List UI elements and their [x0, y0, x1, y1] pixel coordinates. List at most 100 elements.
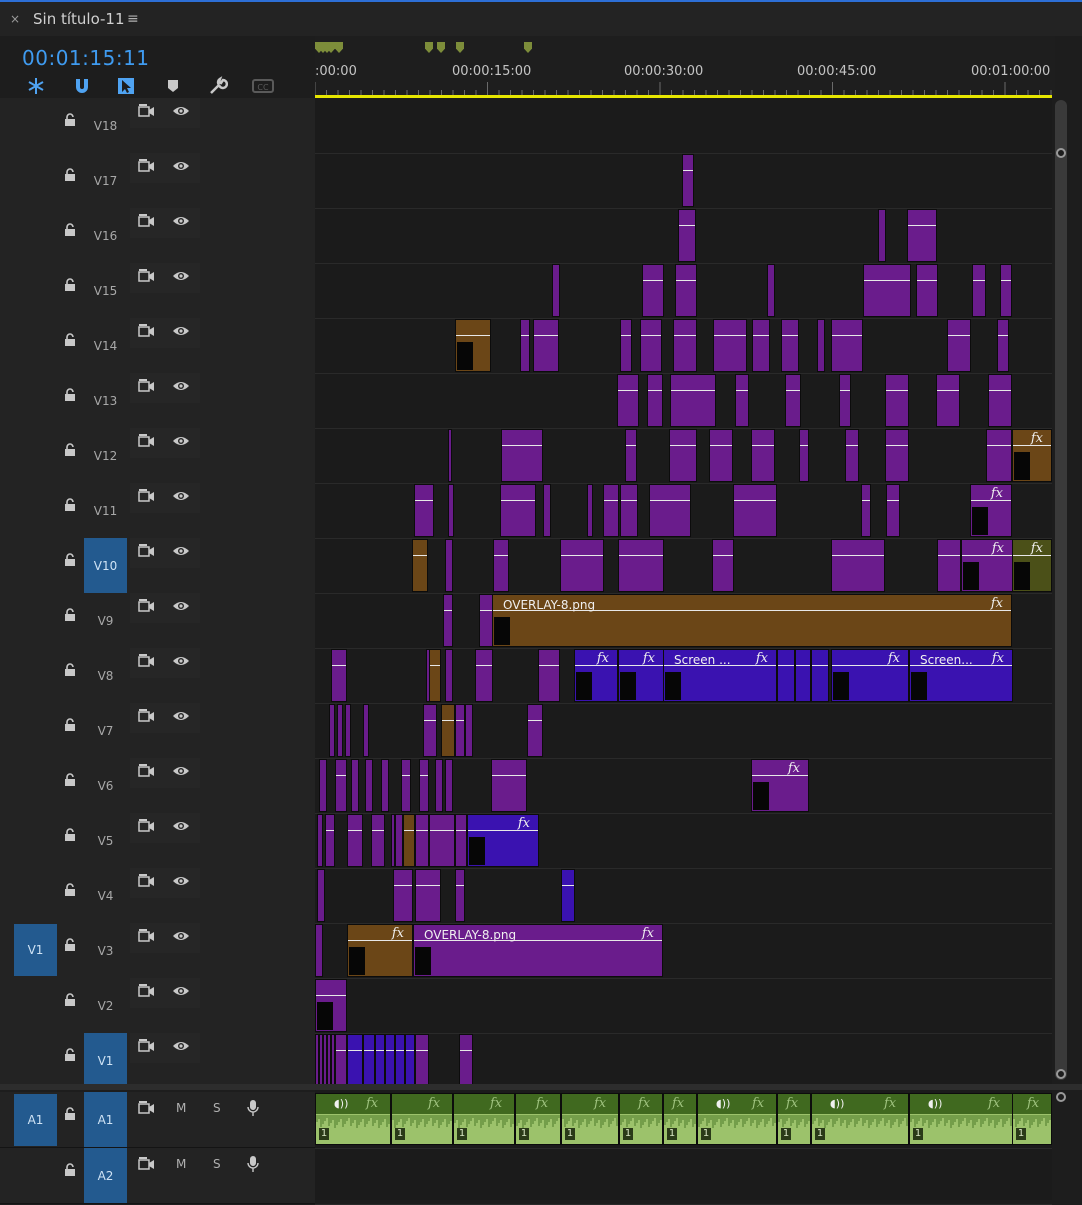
video-clip[interactable] — [795, 649, 811, 702]
wrench-icon[interactable] — [207, 76, 229, 96]
eye-icon[interactable] — [172, 930, 190, 942]
video-clip[interactable] — [863, 264, 911, 317]
video-clip[interactable] — [443, 594, 453, 647]
video-clip[interactable] — [455, 319, 491, 372]
lock-icon[interactable] — [64, 333, 76, 347]
eye-icon[interactable] — [172, 710, 190, 722]
sync-lock-icon[interactable] — [138, 324, 156, 338]
audio-scroll-handle[interactable] — [1056, 1092, 1066, 1102]
video-clip[interactable] — [777, 649, 795, 702]
video-clip[interactable] — [448, 484, 454, 537]
video-clip[interactable] — [735, 374, 749, 427]
lock-icon[interactable] — [64, 828, 76, 842]
video-clip[interactable] — [647, 374, 663, 427]
mute-button[interactable]: M — [176, 1157, 186, 1171]
sync-lock-icon[interactable] — [138, 599, 156, 613]
track-name-v18[interactable]: V18 — [84, 98, 127, 153]
video-clip[interactable] — [317, 869, 325, 922]
video-clip[interactable] — [670, 374, 716, 427]
panel-menu-icon[interactable]: ≡ — [127, 11, 139, 27]
lock-icon[interactable] — [64, 168, 76, 182]
track-name-a1[interactable]: A1 — [84, 1092, 127, 1147]
eye-icon[interactable] — [172, 380, 190, 392]
video-clip[interactable] — [620, 319, 632, 372]
video-clip[interactable]: OVERLAY-8.png fx — [492, 594, 1012, 647]
eye-icon[interactable] — [172, 325, 190, 337]
video-clip[interactable] — [414, 484, 434, 537]
eye-icon[interactable] — [172, 985, 190, 997]
video-clip[interactable] — [415, 814, 429, 867]
sync-lock-icon[interactable] — [138, 1157, 156, 1171]
video-clip[interactable] — [415, 1034, 429, 1087]
video-clip[interactable] — [455, 814, 467, 867]
video-clip[interactable]: Screen... fx — [909, 649, 1013, 702]
video-clip[interactable] — [560, 539, 604, 592]
video-clip[interactable] — [781, 319, 799, 372]
video-clip[interactable] — [543, 484, 551, 537]
video-clip[interactable] — [713, 319, 747, 372]
sync-lock-icon[interactable] — [138, 764, 156, 778]
video-clip[interactable]: Screen ... fx — [663, 649, 777, 702]
video-clip[interactable] — [445, 649, 453, 702]
video-clip[interactable] — [337, 704, 343, 757]
video-lane[interactable] — [315, 978, 1052, 1034]
track-name-v17[interactable]: V17 — [84, 153, 127, 208]
video-clip[interactable] — [861, 484, 871, 537]
video-clip[interactable] — [669, 429, 697, 482]
video-clip[interactable] — [329, 704, 335, 757]
video-clip[interactable] — [371, 814, 385, 867]
audio-clip[interactable]: ◖)) fx 1 — [909, 1093, 1013, 1145]
solo-button[interactable]: S — [213, 1157, 221, 1171]
source-patch-audio[interactable]: A1 — [14, 1094, 57, 1146]
video-clip[interactable] — [403, 814, 415, 867]
video-clip[interactable] — [785, 374, 801, 427]
video-clip[interactable] — [331, 649, 347, 702]
sync-lock-icon[interactable] — [138, 269, 156, 283]
video-clip[interactable] — [811, 649, 829, 702]
video-clip[interactable] — [538, 649, 560, 702]
video-clip[interactable] — [429, 649, 441, 702]
eye-icon[interactable] — [172, 215, 190, 227]
linked-selection-icon[interactable] — [115, 76, 137, 96]
microphone-icon[interactable] — [247, 1099, 259, 1117]
audio-clip[interactable]: fx 1 — [777, 1093, 811, 1145]
audio-clip[interactable]: fx 1 — [515, 1093, 561, 1145]
sync-lock-icon[interactable] — [138, 1039, 156, 1053]
video-clip[interactable] — [335, 1034, 347, 1087]
lock-icon[interactable] — [64, 278, 76, 292]
eye-icon[interactable] — [172, 875, 190, 887]
scroll-handle-top[interactable] — [1056, 148, 1066, 158]
video-clip[interactable] — [986, 429, 1012, 482]
video-clip[interactable]: fx — [1012, 429, 1052, 482]
audio-clip[interactable]: ◖)) fx 1 — [811, 1093, 909, 1145]
video-clip[interactable] — [381, 759, 389, 812]
video-clip[interactable] — [682, 154, 694, 207]
video-clip[interactable] — [393, 869, 413, 922]
video-clip[interactable] — [618, 539, 664, 592]
source-patch-video[interactable]: V1 — [14, 924, 57, 976]
vertical-scrollbar[interactable] — [1055, 100, 1067, 1080]
audio-clip[interactable]: fx 1 — [663, 1093, 697, 1145]
sync-lock-icon[interactable] — [138, 544, 156, 558]
video-clip[interactable] — [365, 759, 373, 812]
sync-lock-icon[interactable] — [138, 159, 156, 173]
eye-icon[interactable] — [172, 820, 190, 832]
lock-icon[interactable] — [64, 1163, 76, 1177]
track-name-v12[interactable]: V12 — [84, 428, 127, 483]
video-clip[interactable] — [501, 429, 543, 482]
video-clip[interactable] — [459, 1034, 473, 1087]
video-clip[interactable] — [817, 319, 825, 372]
scroll-handle-bottom[interactable] — [1056, 1069, 1066, 1079]
video-clip[interactable] — [315, 924, 323, 977]
video-audio-divider[interactable] — [0, 1084, 1082, 1090]
track-name-v8[interactable]: V8 — [84, 648, 127, 703]
video-clip[interactable] — [845, 429, 859, 482]
audio-clip[interactable]: fx 1 — [561, 1093, 619, 1145]
lock-icon[interactable] — [64, 993, 76, 1007]
track-name-v11[interactable]: V11 — [84, 483, 127, 538]
video-clip[interactable] — [415, 869, 441, 922]
track-name-v1[interactable]: V1 — [84, 1033, 127, 1088]
video-clip[interactable] — [878, 209, 886, 262]
video-clip[interactable] — [429, 814, 455, 867]
video-clip[interactable] — [709, 429, 733, 482]
